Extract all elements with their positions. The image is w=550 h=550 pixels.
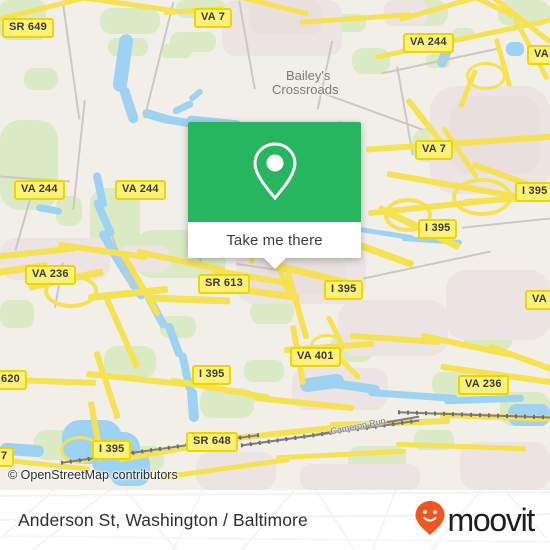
location-popup[interactable]: Take me there <box>188 122 361 269</box>
moovit-wordmark: moovit <box>447 502 536 538</box>
moovit-map-screen: Bailey's Crossroads Cameron Run SR 649 V… <box>0 0 550 550</box>
moovit-pin-icon <box>414 500 446 541</box>
road-shield[interactable]: I 395 <box>192 365 232 385</box>
map-canvas[interactable]: Bailey's Crossroads Cameron Run SR 649 V… <box>0 0 550 490</box>
osm-attribution[interactable]: © OpenStreetMap contributors <box>8 468 178 482</box>
road-shield[interactable]: VA <box>525 290 550 310</box>
road-shield[interactable]: VA 401 <box>290 347 341 367</box>
road-shield[interactable]: 7 <box>0 447 15 467</box>
road-shield[interactable]: SR 648 <box>186 432 238 452</box>
popup-action-bar[interactable]: Take me there <box>188 222 361 269</box>
road-shield[interactable]: VA 244 <box>14 180 65 200</box>
road-shield[interactable]: VA 236 <box>25 265 76 285</box>
road-shield[interactable]: I 395 <box>324 280 364 300</box>
road-shield[interactable]: VA <box>527 45 550 65</box>
take-me-there-label: Take me there <box>226 231 323 249</box>
road-shield[interactable]: I 395 <box>515 182 550 202</box>
popup-pointer-tail <box>263 258 286 269</box>
road-shield[interactable]: SR 649 <box>2 18 54 38</box>
road-shield[interactable]: VA 244 <box>115 180 166 200</box>
road-shield[interactable]: VA 244 <box>403 33 454 53</box>
road-shield[interactable]: 620 <box>0 370 27 390</box>
moovit-logo[interactable]: moovit <box>414 500 536 541</box>
bottom-info-bar: Anderson St, Washington / Baltimore moov… <box>0 490 550 550</box>
map-pin-icon <box>249 140 301 204</box>
popup-image-area <box>188 122 361 222</box>
place-title: Anderson St, Washington / Baltimore <box>18 509 308 530</box>
road-shield[interactable]: VA 236 <box>458 375 509 395</box>
road-shield[interactable]: VA 7 <box>194 8 233 28</box>
road-shield[interactable]: VA 7 <box>415 140 454 160</box>
road-shield[interactable]: SR 613 <box>198 274 250 294</box>
road-shield[interactable]: I 395 <box>418 219 458 239</box>
road-shield[interactable]: I 395 <box>92 440 132 460</box>
